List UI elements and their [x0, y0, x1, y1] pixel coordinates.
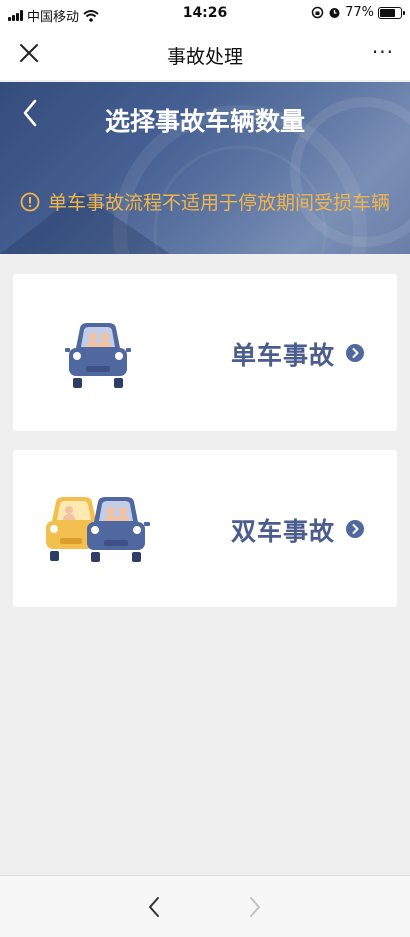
info-icon — [20, 192, 40, 211]
page-title: 事故处理 — [166, 46, 243, 68]
single-car-icon — [65, 323, 131, 388]
status-bar: 中国移动 14:26 77% — [0, 0, 410, 28]
forward-arrow-icon[interactable] — [245, 894, 265, 920]
single-car-accident-option[interactable]: 单车事故 — [13, 274, 397, 431]
option-label: 单车事故 — [231, 341, 336, 370]
browser-toolbar — [0, 875, 410, 937]
battery-icon — [378, 6, 405, 19]
more-icon[interactable]: ··· — [372, 40, 394, 64]
notice: 单车事故流程不适用于停放期间受损车辆 — [20, 188, 390, 215]
option-label: 双车事故 — [231, 517, 336, 546]
header-banner: 选择事故车辆数量 单车事故流程不适用于停放期间受损车辆 — [0, 82, 410, 254]
back-arrow-icon[interactable] — [144, 894, 164, 920]
battery-percent: 77% — [345, 5, 374, 20]
banner-title: 选择事故车辆数量 — [104, 107, 305, 136]
two-car-accident-option[interactable]: 双车事故 — [13, 450, 397, 607]
rotation-lock-icon — [311, 6, 324, 19]
two-cars-icon — [46, 497, 150, 562]
notice-text: 单车事故流程不适用于停放期间受损车辆 — [48, 192, 391, 214]
nav-bar: 事故处理 ··· — [0, 28, 410, 80]
chevron-right-icon — [346, 344, 364, 362]
chevron-right-icon — [346, 520, 364, 538]
alarm-icon — [329, 8, 340, 18]
